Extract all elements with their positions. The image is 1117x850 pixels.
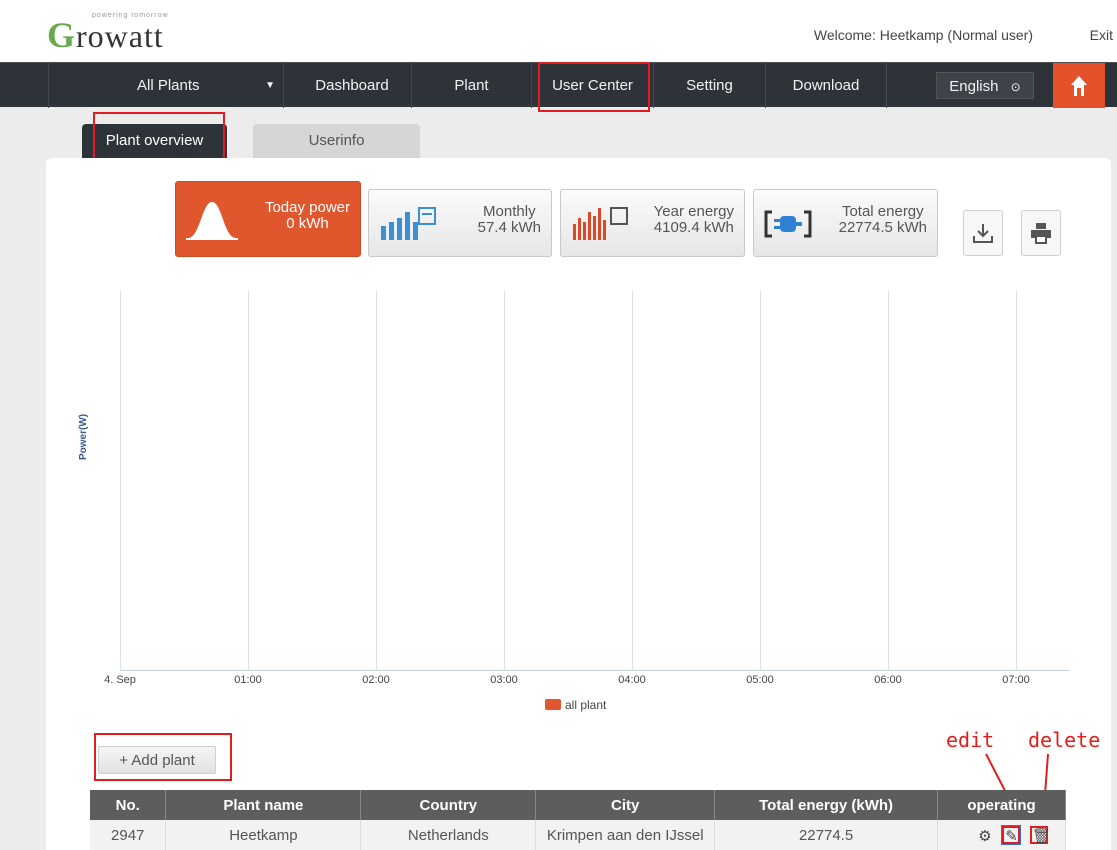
x-tick-label: 04:00 (618, 674, 646, 686)
x-tick-label: 4. Sep (104, 674, 136, 686)
x-tick-label: 02:00 (362, 674, 390, 686)
x-tick-label: 05:00 (746, 674, 774, 686)
welcome-text: Welcome: Heetkamp (Normal user) (813, 27, 1033, 43)
x-tick-label: 01:00 (234, 674, 262, 686)
bar-year-icon (573, 207, 628, 240)
table-row[interactable]: 2947 Heetkamp Netherlands Krimpen aan de… (90, 820, 1066, 850)
stat-value: 4109.4 kWh (653, 219, 734, 236)
logo-text: rowatt (76, 18, 164, 54)
stat-total-energy-text: Total energy 22774.5 kWh (839, 204, 927, 236)
chart-gridline (632, 290, 633, 670)
y-axis-label: Power(W) (78, 413, 89, 460)
download-icon (973, 224, 993, 243)
print-button[interactable] (1021, 210, 1061, 256)
cell-plant-name[interactable]: Heetkamp (165, 820, 362, 850)
cell-total-energy: 22774.5 (714, 820, 939, 850)
chart-gridline (760, 290, 761, 670)
col-plant-name[interactable]: Plant name (165, 790, 362, 820)
cell-no: 2947 (90, 820, 167, 850)
bar-calendar-icon (381, 207, 436, 240)
annotation-edit: edit (946, 728, 995, 752)
settings-icon[interactable]: ⚙ (974, 828, 991, 846)
cell-operating: ⚙ ✎ 🗑 (937, 820, 1066, 850)
stat-value: 0 kWh (286, 215, 329, 232)
language-label: English (949, 78, 999, 95)
stat-year-energy[interactable]: Year energy 4109.4 kWh (560, 189, 745, 257)
chevron-down-icon: ▼ (265, 80, 275, 91)
nav-download[interactable]: Download (766, 63, 887, 108)
annotation-delete: delete (1028, 728, 1101, 752)
col-city[interactable]: City (535, 790, 716, 820)
x-axis-line (120, 670, 1070, 671)
download-button[interactable] (963, 210, 1003, 256)
col-no[interactable]: No. (90, 790, 167, 820)
chart-legend[interactable]: all plant (545, 698, 606, 712)
stat-value: 57.4 kWh (477, 219, 541, 236)
bell-curve-icon (186, 202, 238, 240)
chart-gridline (376, 290, 377, 670)
tab-userinfo[interactable]: Userinfo (253, 124, 420, 158)
legend-label: all plant (565, 698, 607, 712)
logo-letter: G (47, 15, 77, 55)
chart-gridline (504, 290, 505, 670)
delete-icon[interactable]: 🗑 (1030, 825, 1051, 845)
stat-year-energy-text: Year energy 4109.4 kWh (654, 204, 734, 236)
nav-setting[interactable]: Setting (654, 63, 766, 108)
plants-table: No. Plant name Country City Total energy… (90, 790, 1066, 850)
chart-gridline (1016, 290, 1017, 670)
chart-gridline (248, 290, 249, 670)
legend-swatch (545, 699, 561, 710)
exit-link[interactable]: Exit (1090, 27, 1113, 43)
tab-plant-overview[interactable]: Plant overview (82, 124, 227, 158)
stat-today-power[interactable]: Today power 0 kWh (175, 181, 361, 257)
plants-select[interactable]: All Plants ▼ (48, 63, 284, 108)
cell-country: Netherlands (360, 820, 537, 850)
stat-total-energy[interactable]: Total energy 22774.5 kWh (753, 189, 938, 257)
top-header: powering tomorrow Growatt Welcome: Heetk… (0, 0, 1117, 62)
plants-select-label: All Plants (137, 77, 200, 94)
cell-city: Krimpen aan den IJssel (535, 820, 716, 850)
stat-label: Today power (264, 199, 350, 216)
x-tick-label: 06:00 (874, 674, 902, 686)
main-navbar: All Plants ▼ Dashboard Plant User Center… (0, 62, 1117, 108)
x-tick-label: 03:00 (490, 674, 518, 686)
stat-today-power-text: Today power 0 kWh (265, 200, 350, 232)
stat-monthly-text: Monthly 57.4 kWh (478, 204, 541, 236)
stat-value: 22774.5 kWh (838, 219, 927, 236)
nav-dashboard[interactable]: Dashboard (293, 63, 412, 108)
col-country[interactable]: Country (360, 790, 537, 820)
home-icon (1071, 76, 1087, 96)
table-header-row: No. Plant name Country City Total energy… (90, 790, 1066, 820)
printer-icon (1031, 223, 1051, 244)
col-total-energy[interactable]: Total energy (kWh) (714, 790, 939, 820)
add-plant-button[interactable]: + Add plant (98, 746, 216, 774)
stat-label: Year energy (653, 203, 734, 220)
chart-gridline (888, 290, 889, 670)
power-chart: Power(W) 4. Sep 01:00 02:00 03:00 04:00 05:00… (78, 290, 1080, 700)
growatt-logo[interactable]: Growatt (47, 14, 164, 56)
plug-icon (764, 210, 812, 238)
language-select[interactable]: English ⊙ (936, 72, 1034, 99)
nav-user-center[interactable]: User Center (532, 63, 654, 108)
stat-monthly[interactable]: Monthly 57.4 kWh (368, 189, 552, 257)
nav-plant[interactable]: Plant (412, 63, 532, 108)
x-tick-label: 07:00 (1002, 674, 1030, 686)
chevron-circle-icon: ⊙ (1010, 80, 1021, 94)
edit-icon[interactable]: ✎ (1000, 824, 1021, 845)
stat-label: Total energy (841, 203, 924, 220)
stat-label: Monthly (483, 203, 536, 220)
chart-gridline (120, 290, 121, 670)
home-button[interactable] (1053, 63, 1105, 108)
col-operating: operating (937, 790, 1066, 820)
